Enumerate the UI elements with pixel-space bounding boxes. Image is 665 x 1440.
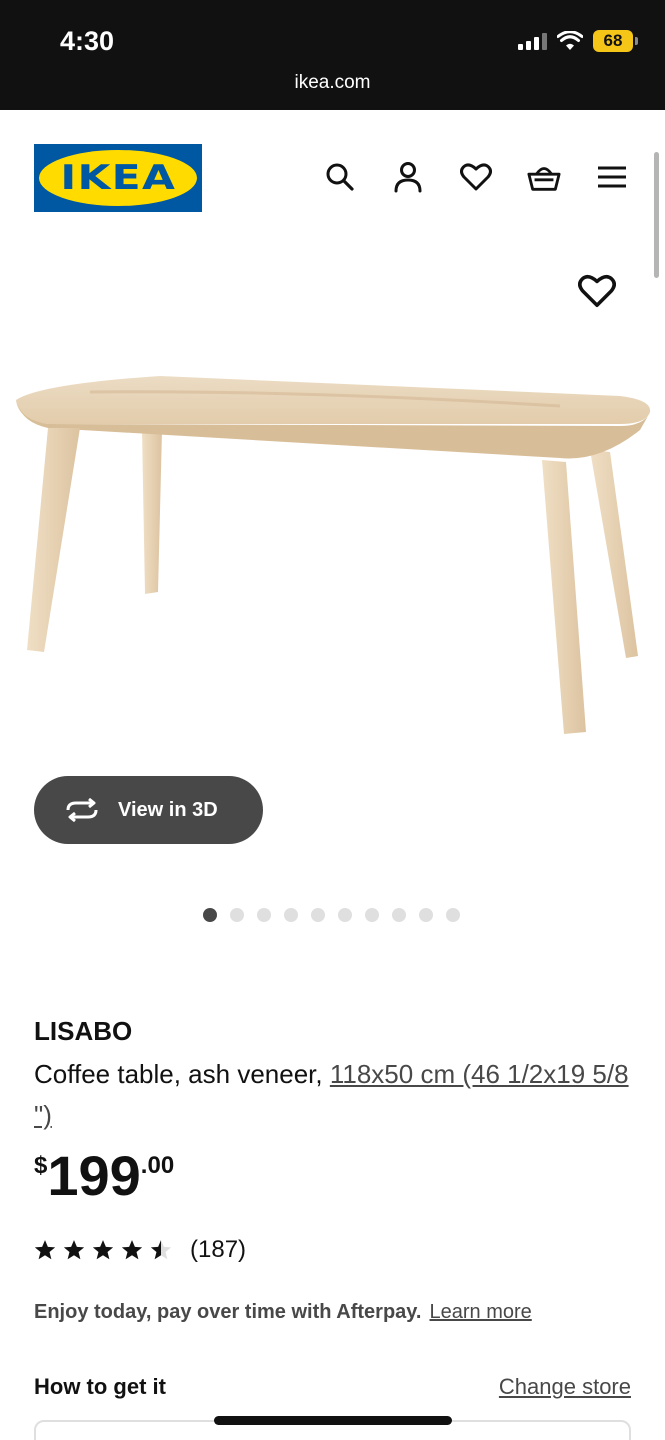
star-full-icon [63,1240,85,1260]
carousel-dot[interactable] [446,908,460,922]
product-price: $ 199 .00 [34,1146,174,1206]
star-half-icon [150,1240,172,1260]
carousel-dot[interactable] [311,908,325,922]
product-image[interactable] [0,340,665,760]
view-in-3d-label: View in 3D [118,798,218,821]
image-carousel-dots [203,908,460,922]
carousel-dot[interactable] [203,908,217,922]
price-decimal: .00 [140,1152,175,1179]
afterpay-banner: Enjoy today, pay over time with Afterpay… [34,1301,532,1324]
price-integer: 199 [47,1144,141,1207]
product-rating[interactable]: (187) [34,1236,246,1264]
product-name: LISABO [34,1016,133,1046]
carousel-dot[interactable] [365,908,379,922]
rating-count: (187) [190,1236,247,1263]
system-icons: 68 [518,30,638,52]
price-currency: $ [34,1152,48,1179]
logo-oval: IKEA [39,150,197,206]
carousel-dot[interactable] [419,908,433,922]
header-actions [323,160,629,194]
address-bar-url[interactable]: ikea.com [0,72,665,94]
afterpay-learn-more-link[interactable]: Learn more [430,1301,532,1324]
ikea-logo[interactable]: IKEA [34,144,202,212]
battery-indicator: 68 [593,30,638,52]
change-store-link[interactable]: Change store [499,1374,631,1400]
carousel-dot[interactable] [338,908,352,922]
heart-icon[interactable] [459,160,493,194]
star-full-icon [92,1240,114,1260]
wifi-icon [557,31,583,50]
afterpay-message: Enjoy today, pay over time with Afterpay… [34,1301,422,1323]
how-to-get-it-heading: How to get it [34,1374,166,1399]
cellular-signal-icon [518,32,547,50]
status-bar: 4:30 68 ikea.com [0,0,665,110]
carousel-dot[interactable] [230,908,244,922]
add-to-favorites-heart-icon[interactable] [578,273,616,309]
clock: 4:30 [60,26,115,56]
rotate-3d-icon [66,798,98,822]
carousel-dot[interactable] [257,908,271,922]
view-in-3d-button[interactable]: View in 3D [34,776,263,844]
menu-icon[interactable] [595,160,629,194]
carousel-dot[interactable] [284,908,298,922]
rating-stars [34,1239,172,1261]
product-description: Coffee table, ash veneer, 118x50 cm (46 … [34,1054,634,1136]
site-header: IKEA [0,110,665,240]
product-type-text: Coffee table, ash veneer, [34,1059,330,1089]
carousel-dot[interactable] [392,908,406,922]
search-icon[interactable] [323,160,357,194]
star-full-icon [34,1240,56,1260]
logo-text: IKEA [60,158,176,198]
scrollbar[interactable] [654,152,659,278]
account-icon[interactable] [391,160,425,194]
home-indicator[interactable] [214,1416,452,1425]
basket-icon[interactable] [527,160,561,194]
star-full-icon [121,1240,143,1260]
